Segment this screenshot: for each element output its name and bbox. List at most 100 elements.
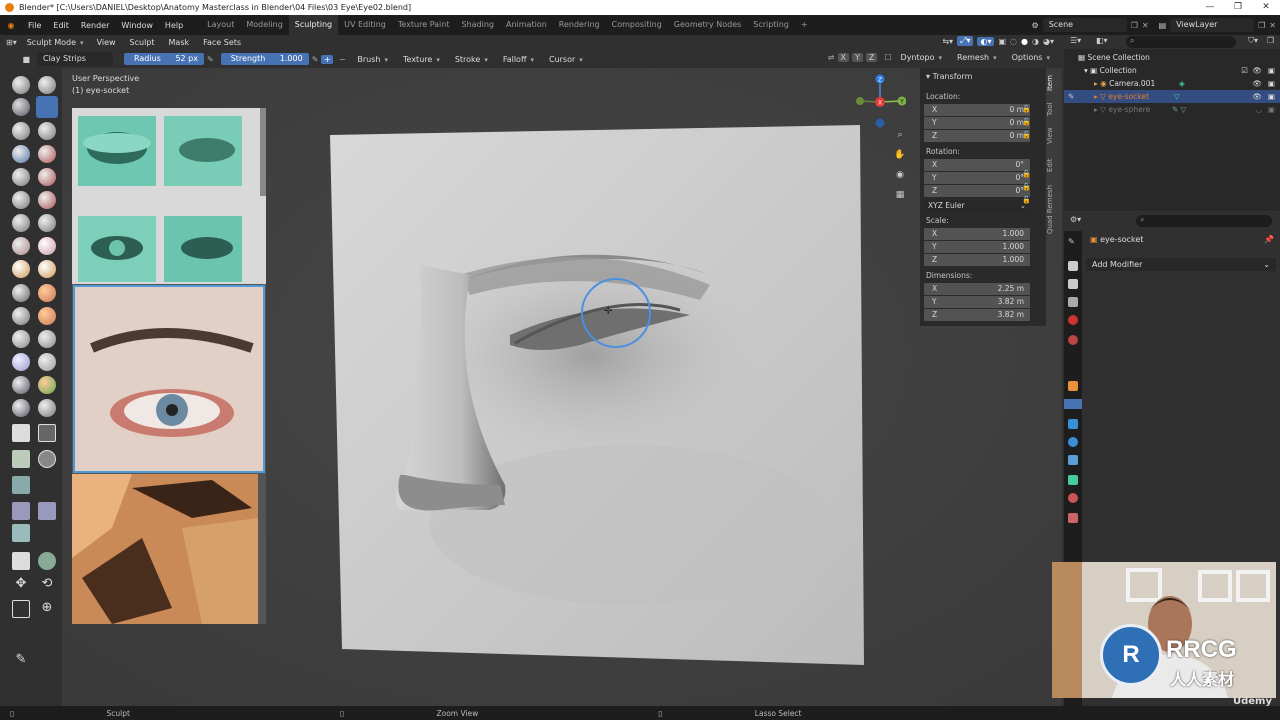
add-workspace-button[interactable]: + [795,15,814,35]
tab-texture-paint[interactable]: Texture Paint [392,15,456,35]
camera-render-icon[interactable]: ▣ [1268,77,1275,90]
menu-view[interactable]: View [90,38,123,47]
wireframe-shading-icon[interactable]: ◌ [1010,37,1017,46]
mesh-filter-icon[interactable] [38,502,56,520]
inflate-brush-icon[interactable] [12,145,30,163]
dyntopo-checkbox[interactable]: ☐ [884,53,891,62]
outliner-item-scene-collection[interactable]: ▦ Scene Collection [1064,51,1280,64]
brush-dropdown[interactable]: Brush [351,55,394,64]
rotate-tool-icon[interactable]: ⟲ [38,576,56,594]
texture-dropdown[interactable]: Texture [397,55,446,64]
menu-help[interactable]: Help [159,21,189,30]
close-button[interactable]: ✕ [1252,0,1280,15]
thumb-brush-icon[interactable] [12,284,30,302]
brush-selector[interactable]: Clay Strips [37,52,113,66]
line-project-icon[interactable] [12,502,30,520]
pan-hand-icon[interactable]: ✋ [893,150,907,164]
pin-icon[interactable]: 📌 [1264,235,1274,244]
scrape-brush-icon[interactable] [12,214,30,232]
grab-brush-icon[interactable] [38,237,56,255]
xray-toggle-icon[interactable]: ▣ [998,37,1006,46]
paint-brush-icon[interactable] [38,399,56,417]
scale-tool-icon[interactable] [12,600,30,618]
simplify-brush-icon[interactable] [38,353,56,371]
rotation-y-field[interactable]: Y 0° [924,172,1030,184]
output-tab-icon[interactable] [1068,279,1078,289]
menu-file[interactable]: File [22,21,47,30]
annotate-tool-icon[interactable]: ✎ [12,652,30,670]
smooth-brush-icon[interactable] [38,168,56,186]
blob-brush-icon[interactable] [38,145,56,163]
editor-type-icon[interactable]: ⊞▾ [0,38,23,47]
color-filter-icon[interactable] [12,552,30,570]
dyntopo-dropdown[interactable]: Dyntopo [895,53,948,62]
tab-shading[interactable]: Shading [455,15,500,35]
radius-pressure-icon[interactable]: ✎ [207,55,214,64]
overlay-toggle-icon[interactable]: ◐▾ [977,36,995,46]
draw-sharp-brush-icon[interactable] [38,76,56,94]
remesh-dropdown[interactable]: Remesh [951,53,1003,62]
view-layer-field[interactable]: ViewLayer [1170,18,1255,32]
transform-tool-icon[interactable]: ⊕ [38,600,56,618]
clay-strips-brush-icon[interactable] [36,96,58,118]
menu-sculpt[interactable]: Sculpt [123,38,162,47]
move-tool-icon[interactable]: ✥ [12,576,30,594]
view-layer-close-icon[interactable]: ✕ [1269,21,1276,30]
eye-socket-render-icon[interactable]: ▣ [1268,90,1275,103]
outliner-editor-icon[interactable]: ☰▾ [1070,36,1081,45]
rotate-brush-icon[interactable] [38,307,56,325]
strength-pressure-icon[interactable]: ✎ [312,55,319,64]
modifier-tab-icon[interactable] [1064,399,1082,409]
symmetry-x-toggle[interactable]: X [837,53,849,62]
location-x-field[interactable]: X0 m [924,104,1030,116]
radius-slider[interactable]: Radius 52 px [124,53,204,65]
draw-brush-icon[interactable] [12,76,30,94]
menu-face-sets[interactable]: Face Sets [196,38,248,47]
clay-thumb-brush-icon[interactable] [12,122,30,140]
new-collection-icon[interactable]: ❒ [1267,36,1274,45]
tab-item[interactable]: Item [1046,72,1060,94]
sculpt-mesh[interactable] [330,125,864,665]
eye-sphere-visibility-icon[interactable]: ◡ [1255,103,1262,116]
transform-section-header[interactable]: ▾ Transform [926,72,972,81]
constraints-tab-icon[interactable] [1068,455,1078,465]
tab-rendering[interactable]: Rendering [553,15,606,35]
box-mask-icon[interactable] [38,424,56,442]
tab-quad-remesh[interactable]: Quad Remesh [1046,182,1060,238]
mode-dropdown[interactable]: Sculpt Mode [23,38,90,47]
dimensions-y-field[interactable]: Y 3.82 m [924,296,1030,308]
edit-face-set-icon[interactable] [38,552,56,570]
eye-sphere-render-icon[interactable]: ▣ [1268,103,1275,116]
cloth-brush-icon[interactable] [12,353,30,371]
tab-tool[interactable]: Tool [1046,98,1060,120]
outliner-item-eye-sphere[interactable]: ▸ ▽ eye-sphere ✎ ▽ ◡ ▣ [1064,103,1280,116]
camera-visibility-icon[interactable]: 👁 [1252,77,1262,90]
scale-x-field[interactable]: X 1.000 [924,228,1030,240]
view-layer-copy-icon[interactable]: ❐ [1258,21,1265,30]
gizmo-toggle-icon[interactable]: ⤢▾ [957,36,974,46]
slide-relax-icon[interactable] [12,330,30,348]
menu-mask[interactable]: Mask [162,38,197,47]
scale-z-field[interactable]: Z 1.000 [924,254,1030,266]
zoom-icon[interactable]: ⌕ [893,130,907,144]
maximize-button[interactable]: ❐ [1224,0,1252,15]
rotation-mode-dropdown[interactable]: XYZ Euler ⌄ [924,200,1030,212]
options-dropdown[interactable]: Options [1006,53,1056,62]
scene-close-icon[interactable]: ✕ [1142,21,1149,30]
elastic-deform-icon[interactable] [12,260,30,278]
display-mode-icon[interactable]: ◧▾ [1096,36,1108,45]
dimensions-z-field[interactable]: Z 3.82 m [924,309,1030,321]
pose-brush-icon[interactable] [38,284,56,302]
perspective-toggle-icon[interactable]: ▦ [893,190,907,204]
box-trim-icon[interactable] [12,476,30,494]
tab-compositing[interactable]: Compositing [606,15,668,35]
tab-uv-editing[interactable]: UV Editing [338,15,392,35]
rotation-x-field[interactable]: X 0° [924,159,1030,171]
draw-face-sets-icon[interactable] [38,376,56,394]
direction-subtract-button[interactable]: − [336,55,348,64]
collection-checkbox[interactable]: ☑ [1241,64,1248,77]
tab-modeling[interactable]: Modeling [240,15,288,35]
menu-edit[interactable]: Edit [47,21,75,30]
texture-tab-icon[interactable] [1068,513,1078,523]
outliner-search-input[interactable]: ⌕ [1126,36,1236,48]
